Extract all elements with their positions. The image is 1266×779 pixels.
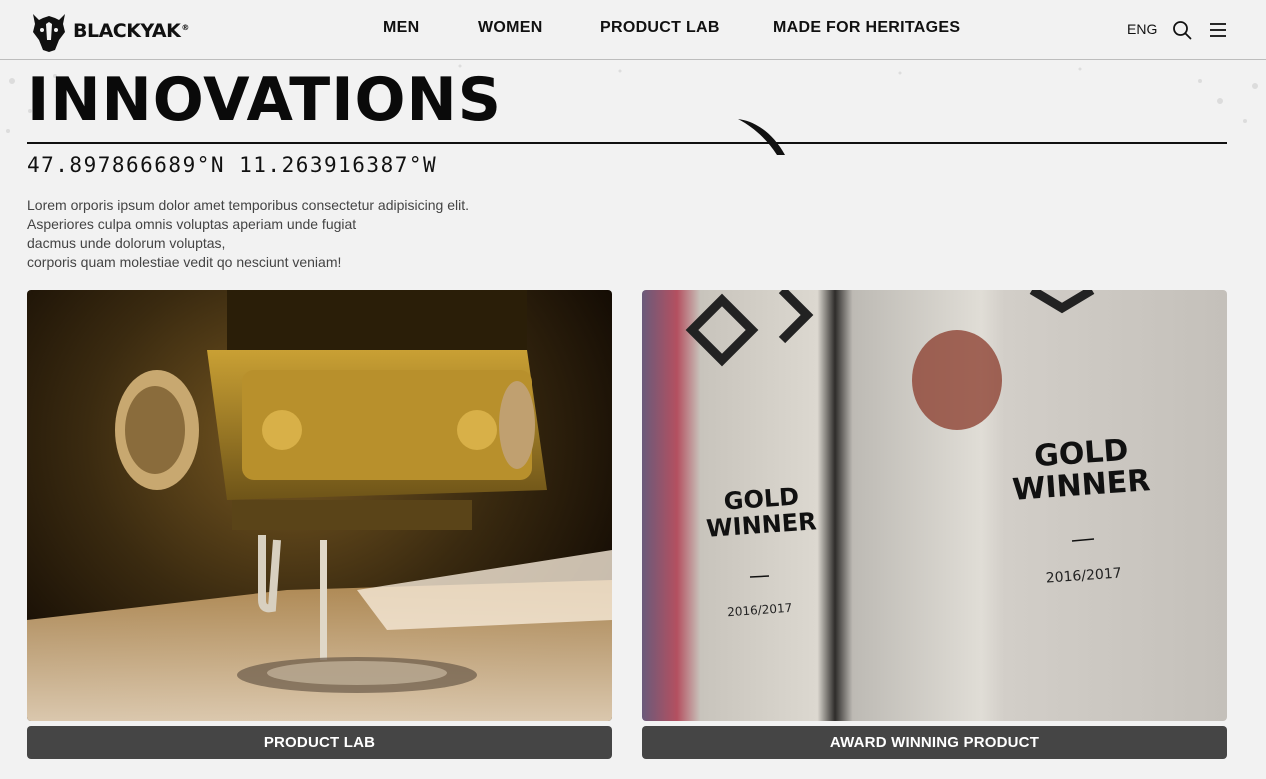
- trophy-illustration: GOLD WINNER GOLD WINNER 2016/2017 2016/2…: [685, 290, 1151, 620]
- description-line: corporis quam molestiae vedit qo nesciun…: [27, 254, 342, 270]
- sewing-machine-illustration: [27, 290, 612, 721]
- trophy-left-year: 2016/2017: [727, 601, 793, 620]
- hamburger-menu-icon[interactable]: [1209, 21, 1227, 39]
- swoosh-graphic: [738, 119, 785, 155]
- main-nav: MEN WOMEN PRODUCT LAB MADE FOR HERITAGES: [0, 19, 1266, 41]
- award-winning-product-button[interactable]: AWARD WINNING PRODUCT: [642, 726, 1227, 759]
- description-line: Lorem orporis ipsum dolor amet temporibu…: [27, 197, 469, 213]
- description-line: Asperiores culpa omnis voluptas aperiam …: [27, 216, 357, 232]
- nav-item-product-lab[interactable]: PRODUCT LAB: [600, 19, 720, 37]
- page-title: INNOVATIONS: [27, 65, 502, 135]
- hero-description: Lorem orporis ipsum dolor amet temporibu…: [27, 196, 547, 272]
- coordinates-text: 47.897866689°N 11.263916387°W: [27, 153, 438, 177]
- sewing-machine-image[interactable]: [27, 290, 612, 721]
- site-header: BLACKYAK® MEN WOMEN PRODUCT LAB MADE FOR…: [0, 0, 1266, 60]
- award-trophy-image[interactable]: GOLD WINNER GOLD WINNER 2016/2017 2016/2…: [642, 290, 1227, 721]
- nav-item-made-for-heritages[interactable]: MADE FOR HERITAGES: [773, 19, 960, 37]
- search-icon[interactable]: [1172, 20, 1192, 40]
- nav-item-women[interactable]: WOMEN: [478, 19, 543, 37]
- description-line: dacmus unde dolorum voluptas,: [27, 235, 226, 251]
- product-lab-button[interactable]: PRODUCT LAB: [27, 726, 612, 759]
- product-lab-card: PRODUCT LAB: [27, 290, 612, 759]
- award-card: GOLD WINNER GOLD WINNER 2016/2017 2016/2…: [642, 290, 1227, 759]
- trophy-right-year: 2016/2017: [1045, 565, 1122, 586]
- trophy-right-line2: WINNER: [1011, 463, 1151, 508]
- nav-item-men[interactable]: MEN: [383, 19, 419, 37]
- language-selector[interactable]: ENG: [1127, 21, 1157, 37]
- trophy-left-line2: WINNER: [705, 507, 817, 543]
- title-divider: [27, 142, 1227, 144]
